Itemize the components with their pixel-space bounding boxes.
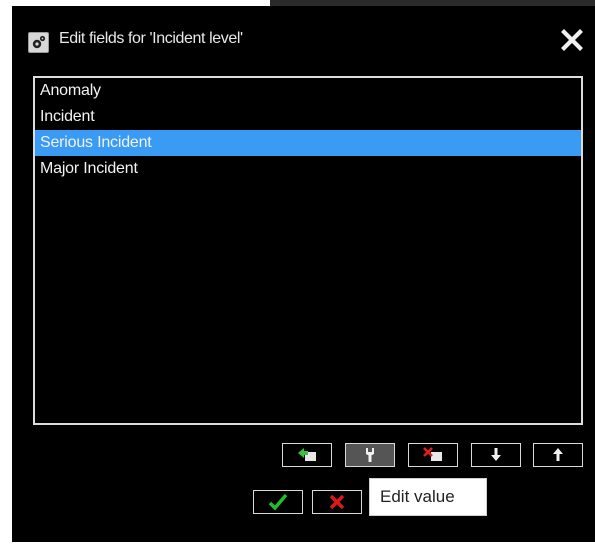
list-item[interactable]: Anomaly: [35, 78, 581, 104]
title-bar[interactable]: Edit fields for 'Incident level': [12, 22, 595, 62]
close-button[interactable]: [560, 28, 584, 52]
edit-value-tooltip: Edit value: [369, 478, 487, 516]
add-value-button[interactable]: [282, 443, 332, 467]
dialog-title: Edit fields for 'Incident level': [59, 30, 243, 47]
close-icon: [561, 29, 583, 51]
arrow-down-icon: [491, 448, 501, 461]
values-list[interactable]: Anomaly Incident Serious Incident Major …: [33, 76, 583, 425]
move-up-button[interactable]: [533, 443, 583, 467]
ok-button[interactable]: [253, 490, 303, 514]
move-down-button[interactable]: [471, 443, 521, 467]
list-item-selected[interactable]: Serious Incident: [35, 130, 581, 156]
edit-value-button[interactable]: [345, 443, 395, 467]
cross-icon: [329, 494, 345, 510]
delete-value-button[interactable]: [408, 443, 458, 467]
arrow-up-icon: [553, 448, 563, 461]
gear-icon: [28, 32, 49, 53]
checkmark-icon: [268, 493, 288, 511]
edit-value-icon: [366, 448, 374, 462]
tooltip-text: Edit value: [380, 487, 455, 506]
list-item[interactable]: Major Incident: [35, 156, 581, 182]
add-value-icon: [298, 448, 316, 461]
list-item[interactable]: Incident: [35, 104, 581, 130]
delete-value-icon: [423, 447, 442, 461]
cancel-button[interactable]: [312, 490, 362, 514]
edit-fields-dialog: Edit fields for 'Incident level' Anomaly…: [12, 6, 595, 542]
